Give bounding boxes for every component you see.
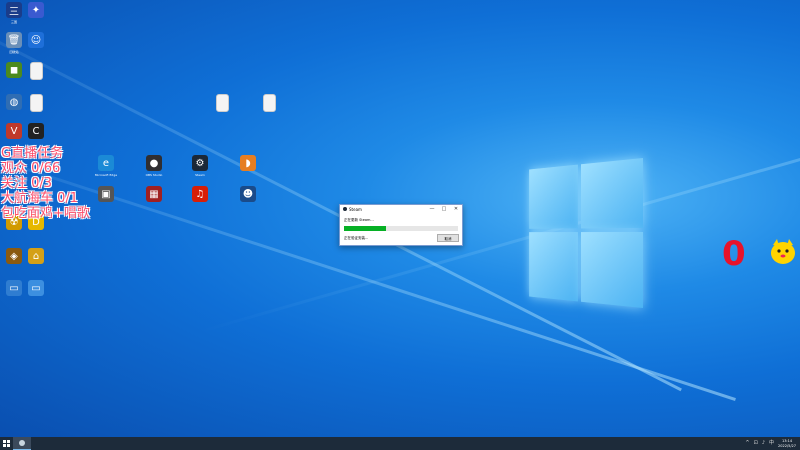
desktop-icon-text-file-4[interactable] bbox=[256, 94, 282, 114]
steam-icon bbox=[19, 440, 25, 446]
text-file-3-icon bbox=[215, 94, 229, 112]
tray-overflow-icon[interactable]: ^ bbox=[745, 441, 749, 446]
text-file-4-icon bbox=[262, 94, 276, 112]
text-file-1-icon bbox=[29, 62, 43, 80]
progress-fill bbox=[344, 226, 387, 231]
overlay-line: 关注 0/3 bbox=[1, 176, 53, 191]
app-black-c-icon: C bbox=[28, 123, 44, 139]
update-progress-bar bbox=[344, 226, 458, 231]
recycle-bin-icon: 🗑 bbox=[6, 32, 22, 48]
app-folder-1-icon: ▭ bbox=[6, 280, 22, 296]
netease-music-icon: ♫ bbox=[192, 186, 208, 202]
app-folder-2-icon: ▭ bbox=[28, 280, 44, 296]
close-button[interactable]: ✕ bbox=[452, 206, 460, 212]
maximize-button[interactable]: □ bbox=[440, 206, 448, 212]
verify-status-text: 正在验证安装... bbox=[344, 236, 369, 240]
system-tray: ^ ⊡ ♪ 中 13:14 2022/5/27 bbox=[745, 438, 796, 449]
desktop-icon-label: 回收站 bbox=[9, 50, 19, 54]
clock-date: 2022/5/27 bbox=[778, 443, 796, 448]
dialog-titlebar[interactable]: Steam — □ ✕ bbox=[340, 205, 462, 214]
desktop-icon-label: 三国 bbox=[10, 20, 17, 24]
desktop-icon-ai-app[interactable]: ✦ bbox=[23, 2, 49, 20]
app-game-1-icon: ◈ bbox=[6, 248, 22, 264]
update-status-text: 正在更新 Steam... bbox=[344, 218, 374, 222]
app-orange-bird-icon: ◗ bbox=[240, 155, 256, 171]
input-method-icon[interactable]: 中 bbox=[769, 441, 774, 446]
dialog-title: Steam bbox=[349, 207, 362, 212]
app-red-v-icon: V bbox=[6, 123, 22, 139]
wallpaper-light-beam bbox=[200, 137, 800, 333]
app-blue-person-icon: ☺ bbox=[28, 32, 44, 48]
network-icon[interactable]: ⊡ bbox=[754, 441, 758, 446]
start-button[interactable] bbox=[3, 440, 10, 447]
desktop-icon-app-house[interactable]: ⌂ bbox=[23, 248, 49, 266]
app-house-icon: ⌂ bbox=[28, 248, 44, 264]
desktop-icon-text-file-2[interactable] bbox=[23, 94, 49, 114]
taskbar-steam-app[interactable] bbox=[13, 437, 31, 450]
desktop-icon-app-orange-bird[interactable]: ◗ bbox=[235, 155, 261, 173]
app-globe-person-icon: ☻ bbox=[240, 186, 256, 202]
desktop-icon-app-blue-person[interactable]: ☺ bbox=[23, 32, 49, 50]
steam-update-dialog[interactable]: Steam — □ ✕ 正在更新 Steam... 正在验证安装... 取消 bbox=[339, 204, 463, 246]
overlay-line: 观众 0/66 bbox=[1, 161, 61, 176]
desktop-icon-text-file-1[interactable] bbox=[23, 62, 49, 82]
game-wangzhe-icon: 三 bbox=[6, 2, 22, 18]
desktop-icon-text-file-3[interactable] bbox=[209, 94, 235, 114]
desktop-icon-app-black-c[interactable]: C bbox=[23, 123, 49, 141]
minimize-button[interactable]: — bbox=[428, 206, 436, 212]
windows-logo-wallpaper bbox=[529, 158, 643, 308]
cancel-button[interactable]: 取消 bbox=[437, 234, 459, 242]
overlay-line: 包吃面鸡+唱歌 bbox=[1, 206, 90, 221]
desktop-icon-steam[interactable]: ⚙ Steam bbox=[187, 155, 213, 177]
desktop-icon-app-folder-2[interactable]: ▭ bbox=[23, 280, 49, 298]
stream-counter: 0 bbox=[722, 234, 746, 274]
desktop-background: 三三国 ✦ 🗑 回收站 ☺ ◼ ◍ V Ce Microsoft Edge ● OBS Studio ⚙… bbox=[0, 0, 800, 437]
nvidia-app-icon: ◼ bbox=[6, 62, 22, 78]
overlay-line: 大航海车 0/1 bbox=[1, 191, 79, 206]
ai-app-icon: ✦ bbox=[28, 2, 44, 18]
desktop-icon-label: Steam bbox=[195, 173, 205, 177]
taskbar-clock[interactable]: 13:14 2022/5/27 bbox=[778, 439, 796, 448]
taskbar: ^ ⊡ ♪ 中 13:14 2022/5/27 bbox=[0, 437, 800, 450]
text-file-2-icon bbox=[29, 94, 43, 112]
mascot-icon bbox=[771, 239, 795, 264]
volume-icon[interactable]: ♪ bbox=[762, 441, 765, 446]
overlay-line: G直播任务 bbox=[1, 146, 64, 161]
steam-icon: ⚙ bbox=[192, 155, 208, 171]
steam-logo-icon bbox=[343, 207, 347, 211]
desktop-icon-app-globe-person[interactable]: ☻ bbox=[235, 186, 261, 204]
stream-task-overlay: G直播任务 观众 0/66 关注 0/3 大航海车 0/1 包吃面鸡+唱歌 bbox=[1, 146, 151, 221]
network-icon: ◍ bbox=[6, 94, 22, 110]
desktop-icon-netease-music[interactable]: ♫ bbox=[187, 186, 213, 204]
